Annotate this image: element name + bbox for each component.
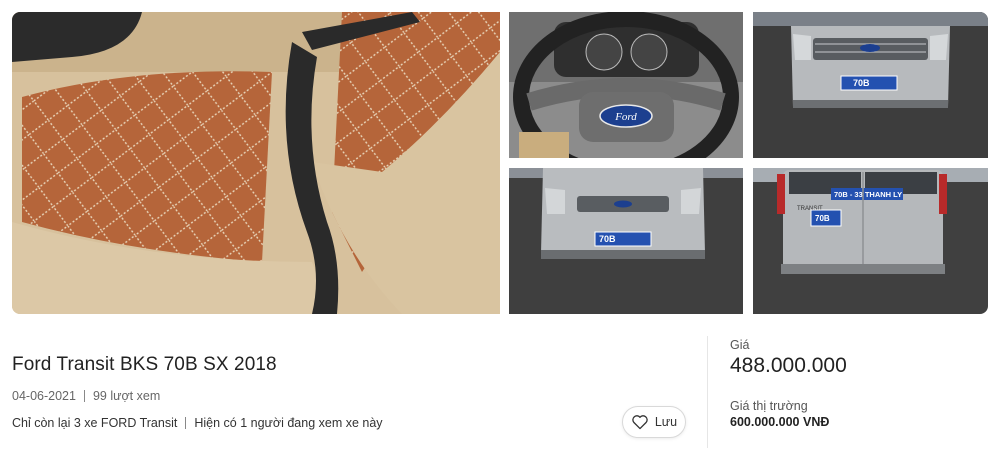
photo-gallery: Ford 70B 70B 70B - 33 THANH LY TRANSIT 7… [12, 12, 988, 314]
listing-info: Ford Transit BKS 70B SX 2018 04-06-2021 … [12, 336, 692, 446]
price-divider [707, 336, 708, 448]
front-plate-text: 70B [853, 78, 870, 88]
photo-rear-view[interactable]: 70B - 33 THANH LY TRANSIT 70B [753, 168, 988, 314]
viewers-note: Hiện có 1 người đang xem xe này [194, 416, 383, 430]
view-count: 99 lượt xem [92, 389, 161, 403]
market-price-label: Giá thị trường [730, 399, 808, 413]
ford-badge-text: Ford [614, 111, 637, 123]
rear-window-sign-text: 70B - 33 THANH LY [834, 190, 902, 199]
price-label: Giá [730, 338, 750, 352]
listing-title: Ford Transit BKS 70B SX 2018 [12, 354, 277, 375]
market-price-value: 600.000.000 VNĐ [730, 415, 830, 429]
posted-date: 04-06-2021 [12, 389, 76, 403]
heart-icon [632, 415, 648, 430]
front-plate-text-2: 70B [599, 234, 616, 244]
photo-front-view[interactable]: 70B [753, 12, 988, 158]
save-button-label: Lưu [654, 415, 678, 429]
photo-seat[interactable] [12, 12, 500, 314]
meta-divider [83, 390, 85, 402]
listing-notes: Chỉ còn lại 3 xe FORD Transit Hiện có 1 … [12, 416, 383, 430]
photo-front-view-angle[interactable]: 70B [509, 168, 743, 314]
price-box: Giá 488.000.000 Giá thị trường 600.000.0… [730, 336, 990, 446]
rear-plate-text: 70B [815, 214, 830, 223]
listing-meta: 04-06-2021 99 lượt xem [12, 389, 160, 403]
photo-steering-wheel[interactable]: Ford [509, 12, 743, 158]
notes-divider [185, 417, 187, 429]
price-value: 488.000.000 [730, 354, 847, 377]
save-button[interactable]: Lưu [622, 406, 686, 438]
stock-note: Chỉ còn lại 3 xe FORD Transit [12, 416, 178, 430]
